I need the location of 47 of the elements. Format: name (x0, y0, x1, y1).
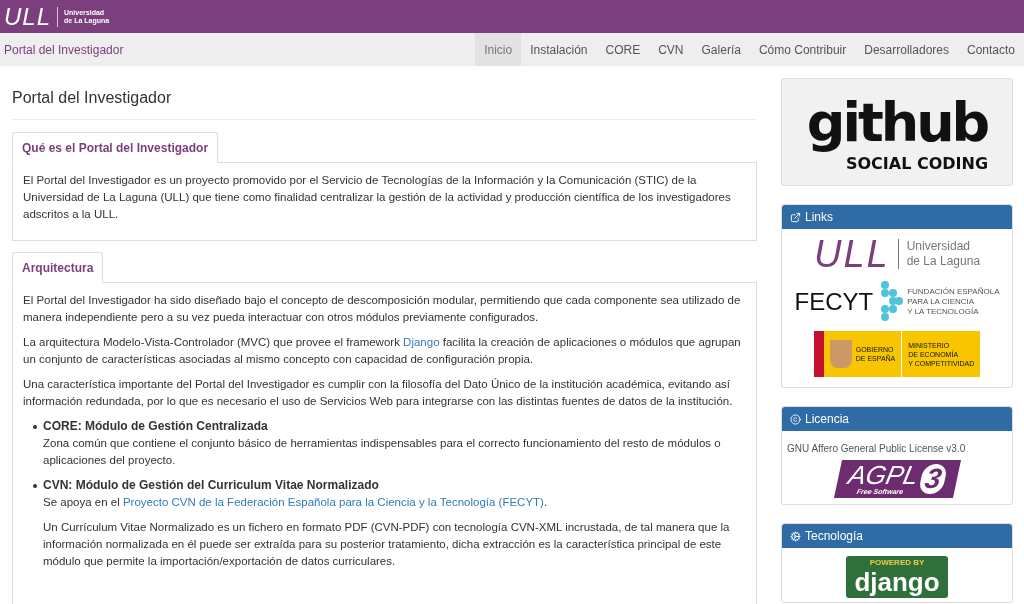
nav-link[interactable]: Instalación (521, 33, 597, 66)
paragraph: El Portal del Investigador es un proyecto promovido por el Servicio de Tecnologías de la Información y la Comunicación (STIC) de la Universidad de La Laguna (ULL) que tiene como finalidad centralizar la gestión de la actividad y producción científica de los investigadores adscritos a la ULL. (23, 173, 732, 222)
page-title: Portal del Investigador (12, 78, 757, 120)
logo-tagline: SOCIAL CODING (845, 155, 989, 173)
panel-title: Licencia (805, 411, 850, 428)
github-banner[interactable]: github SOCIAL CODING (781, 78, 1013, 186)
panel-title: Tecnología (805, 528, 864, 545)
link[interactable]: Django (403, 336, 440, 348)
nav-link[interactable]: Cómo Contribuir (749, 33, 856, 66)
link[interactable]: Proyecto CVN de la Federación Española para la Ciencia y la Tecnología (FECYT) (122, 496, 544, 508)
license-text: GNU Affero General Public License v3.0 (787, 442, 967, 456)
paragraph: La arquitectura Modelo-Vista-Controlador (MVC) que provee el framework Django facilita la creación de aplicaciones o módulos que agrupan un conjunto de características asociadas al mismo concepto con capacidad de configuración propia. (23, 335, 742, 367)
logo-mark[interactable]: ULL (813, 235, 890, 273)
logo-text: FUNDACIÓN ESPAÑOLA (907, 287, 1000, 297)
nav-link[interactable]: Desarrolladores (855, 33, 958, 66)
bullet-icon (33, 425, 37, 429)
navbar-brand[interactable]: Portal del Investigador (0, 40, 128, 59)
copyright-icon (790, 413, 801, 425)
section-tab[interactable]: Qué es el Portal del Investigador (12, 132, 219, 163)
nav-link[interactable]: CORE (596, 33, 650, 66)
nav-link[interactable]: Galería (692, 33, 750, 66)
panel-title: Links (805, 209, 833, 226)
logo-text: Y LA TECNOLOGÍA (907, 307, 980, 317)
logo-text: de La Laguna (906, 254, 981, 269)
paragraph: Se apoya en el Proyecto CVN de la Federación Española para la Ciencia y la Tecnología (FECYT). (43, 495, 549, 510)
external-link-icon (790, 211, 801, 223)
paragraph: Zona común que contiene el conjunto básico de herramientas indispensables para el correcto funcionamiento del resto de módulos o aplicaciones del proyecto. (43, 436, 722, 468)
django-badge[interactable]: POWERED BY django (846, 556, 948, 598)
logo-text: Universidad (906, 239, 972, 254)
list-heading: CORE: Módulo de Gestión Centralizada (43, 418, 269, 435)
bullet-icon (33, 484, 37, 488)
section-tab[interactable]: Arquitectura (12, 252, 104, 283)
paragraph: Una característica importante del Portal del Investigador es cumplir con la filosofía del Dato Único de la institución académica, evitando así información redundada, por lo que es necesario el uso de Servicios Web para integrarse con las distintas fuentes de datos de la institución. (23, 377, 734, 409)
nav-link[interactable]: Contacto (957, 33, 1024, 66)
nav-link[interactable]: Inicio (475, 33, 522, 66)
paragraph: Un Currículum Vitae Normalizado es un fichero en formato PDF (CVN-PDF) con tecnología CVN-XML incrustada, de tal manera que la información normalizada en él puede ser extraída para su posterior tratamiento, dicha extracción es la característica principal de este módulo que permite la importación/exportación de datos curriculares. (43, 520, 731, 569)
logo-text: github (806, 91, 988, 155)
cogs-icon (790, 530, 801, 542)
logo-mark[interactable]: FECYT (794, 289, 874, 315)
badge-text: POWERED BY (869, 558, 925, 568)
paragraph: El Portal del Investigador ha sido diseñado bajo el concepto de descomposición modular, permitiendo que cada componente sea utilizado de manera independiente pero a su vez pueda interactuar con otros módulos previamente configurados. (23, 293, 742, 325)
list-heading: CVN: Módulo de Gestión del Curriculum Vitae Normalizado (43, 477, 380, 494)
logo-mark[interactable]: ULL (4, 3, 52, 30)
nav-link[interactable]: CVN (649, 33, 693, 66)
coat-of-arms-icon (829, 340, 852, 368)
badge-text: django (854, 568, 940, 596)
logo-text: PARA LA CIENCIA (907, 297, 976, 307)
